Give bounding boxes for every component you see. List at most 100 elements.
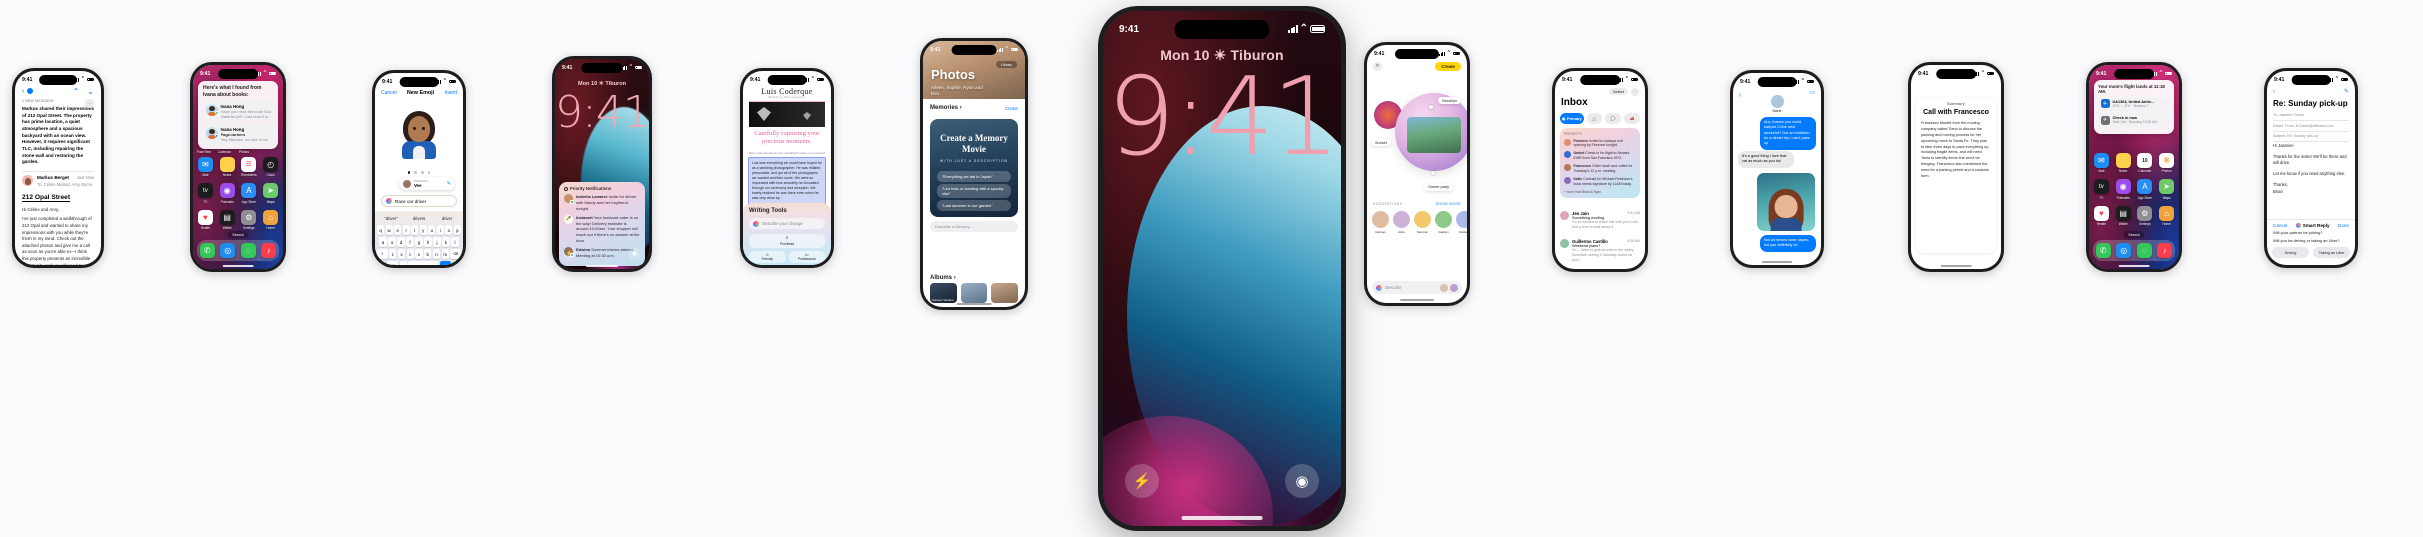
key[interactable]: w — [385, 225, 393, 235]
suggestion-item[interactable]: Summer — [1414, 211, 1431, 234]
prompt-suggestion[interactable]: "Leo trick-or-treating with a spooky vib… — [937, 184, 1011, 198]
contact-header[interactable]: Marie — [1733, 95, 1821, 113]
cancel-button[interactable]: Cancel — [2273, 223, 2287, 228]
chevron-right-icon[interactable]: › — [960, 105, 962, 111]
go-key[interactable]: go — [439, 261, 451, 265]
page-dots[interactable] — [375, 171, 463, 174]
mail-nav-bar[interactable]: ‹ ⌃ ⌄ — [15, 85, 101, 97]
message-summary-card[interactable]: Here's what I found from Ivana about boo… — [198, 81, 278, 149]
flashlight-icon[interactable]: ⚡ — [1125, 464, 1159, 498]
prompt-field[interactable] — [381, 195, 457, 207]
app-icon-maps[interactable]: ➤ Maps — [262, 183, 279, 204]
app-icon-tv[interactable]: tv TV — [197, 183, 214, 204]
key[interactable]: c — [406, 249, 414, 259]
phone-genmoji[interactable]: 9:41 ⌃ Cancel New Emoji Insert PERSON Ve… — [372, 70, 466, 268]
key[interactable]: e — [394, 225, 402, 235]
table-row[interactable]: Guillermo Castillo 8:26 AM Weekend plans… — [1560, 239, 1640, 263]
more-icon[interactable]: ··· — [1631, 87, 1639, 96]
back-icon[interactable]: ‹ — [22, 88, 24, 95]
show-more-link[interactable]: SHOW MORE — [1436, 202, 1461, 206]
key[interactable]: s — [388, 237, 396, 247]
describe-field[interactable]: Describe — [1372, 281, 1462, 294]
tag-dinner-party[interactable]: Dinner party — [1424, 183, 1453, 191]
suggestion-item[interactable]: Carmen — [1372, 211, 1389, 234]
key[interactable]: j — [433, 237, 441, 247]
search-pill[interactable]: Search — [227, 231, 249, 238]
email-body[interactable]: Hi Jasmine Thanks for the invite! We'll … — [2273, 143, 2349, 195]
table-row[interactable]: Jen Jain 9:41 AM Something exciting I'm … — [1560, 211, 1640, 230]
recipients[interactable]: To: Céline Mélard, Amy Byrne — [37, 182, 94, 188]
priority-item[interactable]: Florence Invited to izakaya soft opening… — [1564, 138, 1636, 149]
notification-row[interactable]: 🥕 Instacart Your Instacart order is on t… — [564, 214, 640, 244]
library-pill[interactable]: Library — [996, 61, 1017, 69]
back-icon[interactable]: ‹ — [2273, 89, 2275, 95]
app-icon-health[interactable]: ♥ Health — [2093, 205, 2110, 226]
messages-icon[interactable]: ◌ — [2136, 243, 2152, 258]
tab-updates[interactable]: 💬 — [1605, 113, 1622, 124]
phone-hero-lock-screen[interactable]: 9:41 ⌃ Mon 10 ☀ Tiburon 9:41 ⚡ ◉ — [1098, 6, 1346, 531]
camera-icon[interactable]: ◉ — [628, 247, 641, 260]
key[interactable]: a — [379, 237, 387, 247]
style-picker[interactable] — [1440, 283, 1458, 292]
compose-icon[interactable]: ✎ — [2344, 88, 2349, 95]
key-row-2[interactable]: a s d f g h j k l — [377, 237, 461, 247]
describe-change-field[interactable]: Describe your change — [749, 218, 825, 229]
app-icon-calendar[interactable]: 10 Calendar — [2137, 153, 2154, 173]
search-pill[interactable]: Search — [2123, 231, 2145, 238]
memory-movie-card[interactable]: Create a Memory Movie WITH JUST A DESCRI… — [930, 119, 1018, 217]
message-bubble-outgoing[interactable]: Any chance you could babysit Chloe next … — [1759, 117, 1816, 150]
more-icon[interactable]: ··· — [85, 99, 94, 108]
album-card[interactable]: Summer Vacation — [930, 283, 957, 303]
next-message-icon[interactable]: ⌄ — [87, 87, 94, 96]
key[interactable]: f — [406, 237, 414, 247]
phone-messages-thread[interactable]: 9:41 ⌃ ‹ ▭ Marie Any chance you could ba… — [1730, 70, 1824, 268]
flight-row[interactable]: ✈ UA1304, United Airlin... SFO → JFK · T… — [2098, 96, 2170, 111]
shift-key[interactable]: ⇧ — [377, 249, 388, 259]
phone-call-summary[interactable]: 9:41 ⌃ Summary Call with Francesco Franc… — [1908, 62, 2004, 272]
app-icon-maps[interactable]: ➤ Maps — [2158, 179, 2175, 200]
phone-mail-inbox[interactable]: 9:41 ⌃ Select ··· Inbox ◉ Primary 🛒 💬 📣 … — [1552, 68, 1648, 272]
create-link[interactable]: Create — [1005, 106, 1018, 111]
describe-memory-field[interactable]: Describe a Memory... — [930, 221, 1018, 232]
app-icon-photos[interactable]: ❋ Photos — [2158, 153, 2175, 173]
flashlight-icon[interactable]: ⚡ — [563, 247, 576, 260]
suggestion-1[interactable]: drivers — [405, 216, 433, 221]
app-icon-notes[interactable]: Notes — [2115, 153, 2132, 173]
photo-attachment[interactable] — [1757, 173, 1815, 231]
app-icon-mail[interactable]: ✉ Mail — [2093, 153, 2110, 173]
recipient-line[interactable]: To: Jasmine Garcia — [2273, 113, 2349, 117]
selected-text[interactable]: Luis was everything we could have hoped … — [748, 157, 826, 205]
key[interactable]: l — [451, 237, 459, 247]
create-button[interactable]: Create — [1435, 61, 1461, 71]
app-icon-wallet[interactable]: ▤ Wallet — [2115, 205, 2132, 226]
safari-icon[interactable]: ◎ — [220, 243, 236, 258]
app-icon-mail[interactable]: ✉ Mail — [197, 157, 214, 177]
reply-option-driving[interactable]: Driving — [2272, 247, 2309, 258]
phone-home-flight-widget[interactable]: 9:41 ⌃ Your mom's flight lands at 11:18 … — [2086, 62, 2182, 272]
key-row-1[interactable]: q w e r t y u i o p — [377, 225, 461, 235]
tab-transactions[interactable]: 🛒 — [1586, 113, 1603, 124]
page-dot[interactable] — [421, 171, 424, 174]
music-icon[interactable]: ♪ — [261, 243, 277, 258]
delete-key[interactable]: ⌫ — [450, 249, 461, 259]
key[interactable]: n — [432, 249, 441, 259]
pencil-icon[interactable]: ✎ — [447, 181, 451, 187]
phone-icon[interactable]: ✆ — [199, 243, 215, 258]
phone-image-playground[interactable]: 9:41 ⌃ ✕ Create Brooklyn Sunset Dinner p… — [1364, 42, 1470, 306]
prompt-suggestion[interactable]: "Last summer in our garden" — [937, 200, 1011, 211]
key[interactable]: z — [389, 249, 397, 259]
writing-tools-panel[interactable]: Writing Tools Describe your change ⌕ Pro… — [743, 203, 831, 265]
done-button[interactable]: Done — [2338, 223, 2349, 228]
priority-panel[interactable]: PRIORITY Florence Invited to izakaya sof… — [1560, 128, 1640, 198]
phone-photos-memories[interactable]: 9:41 ⌃ Photos Aileen, Sophie, Ryan and E… — [920, 38, 1028, 310]
key[interactable]: k — [442, 237, 450, 247]
app-icon-health[interactable]: ♥ Health — [197, 209, 214, 230]
suggestion-2[interactable]: driver — [433, 216, 461, 221]
insert-button[interactable]: Insert — [444, 90, 457, 96]
app-icon-home[interactable]: ⌂ Home — [2158, 205, 2175, 226]
message-bubble-outgoing[interactable]: Not all heroes wear capes, but you defin… — [1759, 235, 1816, 252]
list-item[interactable]: Ivana Hong Have you read the book Gossam… — [203, 101, 273, 122]
app-icon-notes[interactable]: Notes — [219, 157, 236, 177]
suggestion-item[interactable]: Garden — [1435, 211, 1452, 234]
proofread-button[interactable]: ⌕ Proofread — [749, 234, 825, 248]
